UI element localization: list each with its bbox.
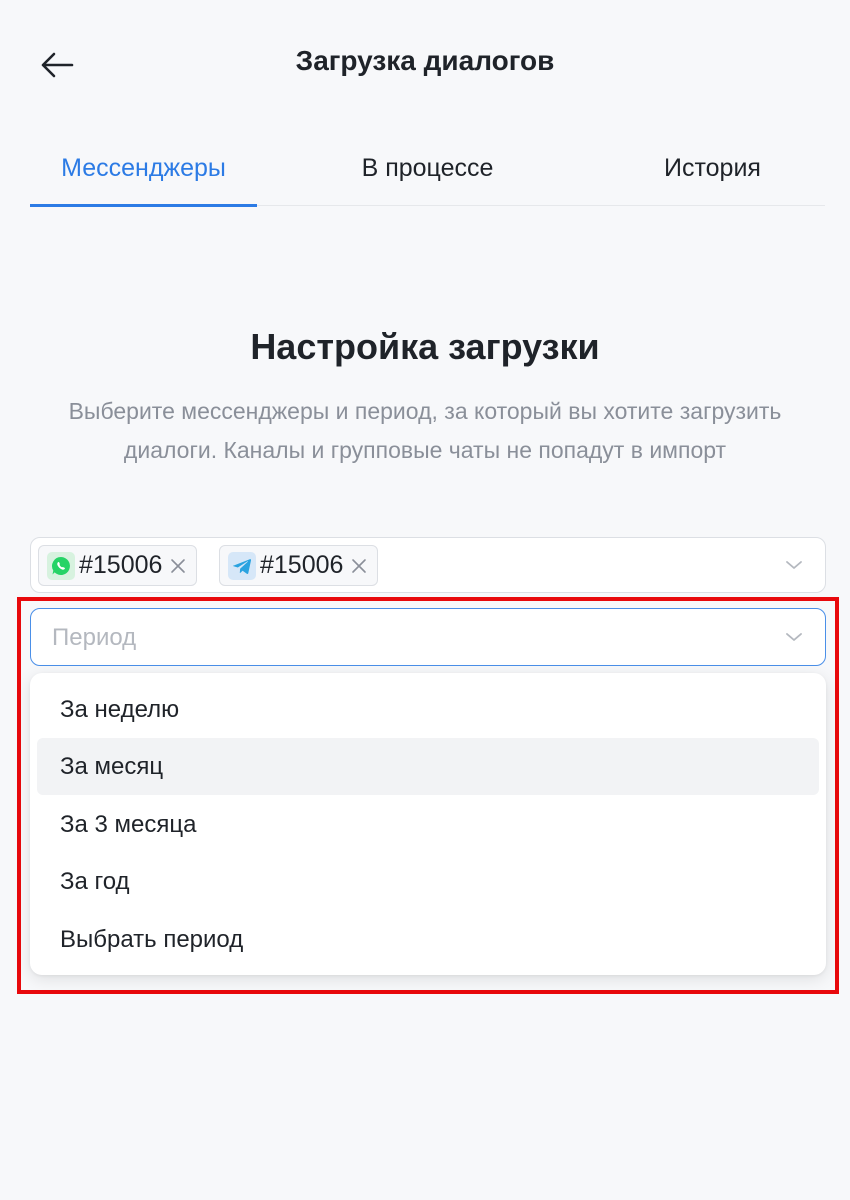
whatsapp-icon (47, 551, 75, 580)
option-custom-period[interactable]: Выбрать период (37, 911, 819, 968)
tab-bar: Мессенджеры В процессе История (30, 130, 825, 207)
tab-label: Мессенджеры (61, 153, 226, 182)
tab-label: В процессе (361, 153, 494, 182)
section-title: Настройка загрузки (250, 326, 600, 367)
option-year[interactable]: За год (37, 853, 819, 910)
tab-history[interactable]: История (630, 130, 795, 206)
tab-in-progress[interactable]: В процессе (310, 130, 545, 206)
section-description: Выберите мессенджеры и период, за которы… (68, 398, 782, 463)
chevron-down-icon (786, 633, 802, 641)
option-week[interactable]: За неделю (37, 681, 819, 738)
chip-label: #15006 (79, 551, 163, 579)
close-icon[interactable] (349, 556, 369, 576)
period-select[interactable]: Период (30, 608, 826, 666)
messenger-chip-whatsapp: #15006 (38, 545, 198, 586)
messenger-chip-telegram: #15006 (219, 545, 379, 586)
chevron-down-icon (786, 561, 802, 569)
header: Загрузка диалогов (0, 0, 850, 130)
chip-label: #15006 (260, 551, 344, 579)
telegram-icon (228, 551, 256, 580)
close-icon[interactable] (168, 556, 188, 576)
tab-label: История (664, 153, 761, 182)
option-3-months[interactable]: За 3 месяца (37, 796, 819, 853)
option-month[interactable]: За месяц (37, 738, 819, 795)
tab-messengers[interactable]: Мессенджеры (30, 130, 257, 206)
messenger-select[interactable]: #15006 #15006 (30, 537, 826, 593)
page-title: Загрузка диалогов (295, 45, 555, 76)
period-dropdown: За неделю За месяц За 3 месяца За год Вы… (30, 673, 826, 975)
active-tab-indicator (30, 204, 257, 207)
period-placeholder: Период (52, 624, 137, 651)
